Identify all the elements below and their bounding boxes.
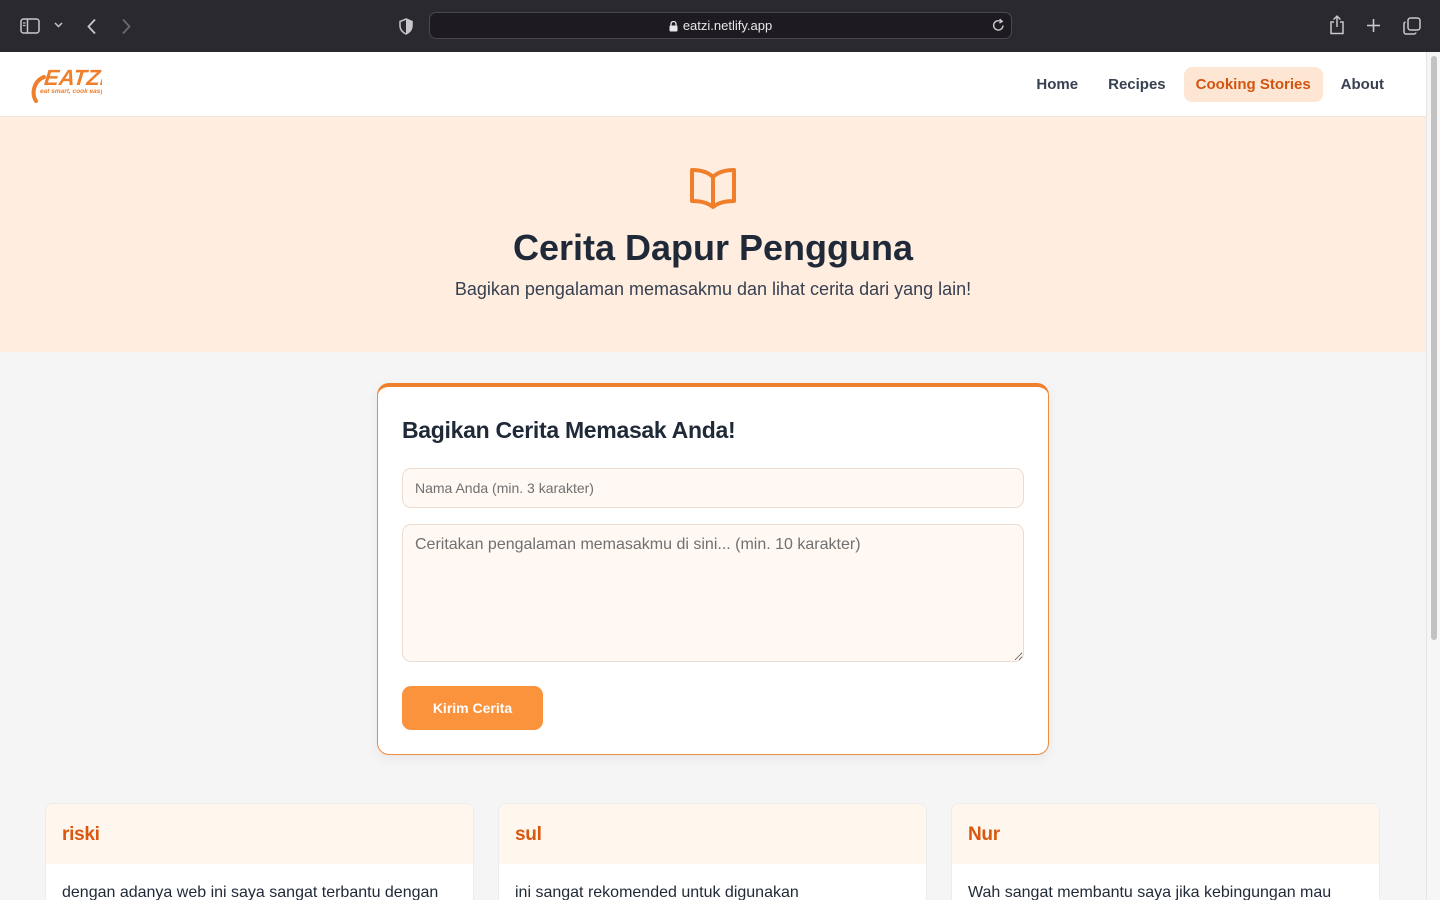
nav-recipes[interactable]: Recipes [1096, 67, 1178, 102]
chevron-down-icon[interactable] [53, 20, 63, 30]
story-author: riski [46, 804, 473, 864]
nav-cooking-stories[interactable]: Cooking Stories [1183, 67, 1323, 102]
site-header: EATZI eat smart, cook easy Home Recipes … [0, 52, 1426, 117]
story-card: Nur Wah sangat membantu saya jika kebing… [951, 803, 1380, 900]
submit-story-button[interactable]: Kirim Cerita [402, 686, 543, 730]
story-card: riski dengan adanya web ini saya sangat … [45, 803, 474, 900]
story-author: sul [499, 804, 926, 864]
page-scrollbar[interactable] [1426, 52, 1440, 900]
svg-text:eat smart, cook easy: eat smart, cook easy [40, 88, 102, 95]
eatzi-logo[interactable]: EATZI eat smart, cook easy [30, 63, 109, 105]
story-text: Wah sangat membantu saya jika kebingunga… [968, 884, 1332, 900]
reload-icon[interactable] [992, 18, 1005, 35]
hero-section: Cerita Dapur Pengguna Bagikan pengalaman… [0, 117, 1426, 352]
tab-overview-icon[interactable] [1402, 16, 1421, 35]
new-tab-icon[interactable] [1365, 17, 1381, 33]
story-text: dengan adanya web ini saya sangat terban… [62, 884, 439, 900]
forward-icon[interactable] [119, 16, 133, 36]
nav-about[interactable]: About [1329, 67, 1396, 102]
main-nav: Home Recipes Cooking Stories About [1024, 67, 1396, 102]
form-title: Bagikan Cerita Memasak Anda! [402, 417, 736, 443]
back-icon[interactable] [85, 16, 99, 36]
open-book-icon [689, 165, 737, 211]
page-subtitle: Bagikan pengalaman memasakmu dan lihat c… [454, 279, 972, 299]
address-bar[interactable]: eatzi.netlify.app [429, 12, 1012, 39]
story-card: sul ini sangat rekomended untuk digunaka… [498, 803, 927, 900]
lock-icon [669, 21, 678, 32]
browser-toolbar: eatzi.netlify.app [0, 0, 1440, 52]
name-input[interactable] [402, 468, 1024, 508]
sidebar-toggle-icon[interactable] [20, 17, 40, 34]
share-story-form: Bagikan Cerita Memasak Anda! Kirim Cerit… [377, 383, 1049, 755]
privacy-shield-icon[interactable] [398, 17, 414, 35]
page-title: Cerita Dapur Pengguna [512, 227, 914, 268]
story-textarea[interactable] [402, 524, 1024, 662]
nav-home[interactable]: Home [1024, 67, 1090, 102]
url-text: eatzi.netlify.app [682, 18, 773, 33]
svg-text:EATZI: EATZI [43, 65, 102, 90]
story-text: ini sangat rekomended untuk digunakan [515, 884, 799, 900]
share-icon[interactable] [1328, 15, 1346, 35]
story-author: Nur [952, 804, 1379, 864]
scrollbar-thumb[interactable] [1431, 56, 1437, 640]
